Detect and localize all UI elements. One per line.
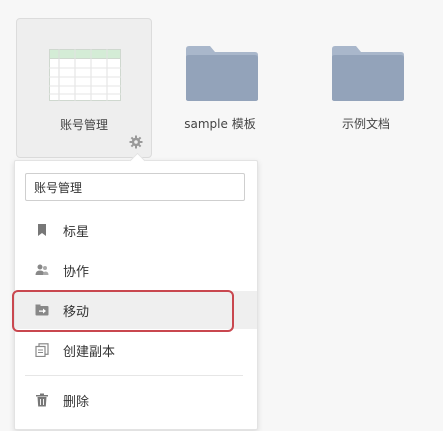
file-name: sample 模板: [184, 117, 256, 131]
spreadsheet-thumbnail-icon: [49, 49, 121, 101]
users-icon: [35, 264, 49, 275]
folder-icon: [332, 46, 404, 101]
rename-input[interactable]: [25, 173, 245, 201]
menu-item-label: 删除: [63, 394, 90, 410]
menu-item-delete[interactable]: 删除: [15, 381, 257, 419]
menu-item-label: 协作: [63, 264, 90, 280]
file-browser: 账号管理 sample 模板 示例文档 账号管理 标星 协作 移动 创建副本 删…: [0, 0, 443, 431]
file-tile-folder[interactable]: sample 模板: [152, 18, 288, 158]
menu-item-collaborate[interactable]: 协作: [15, 251, 257, 289]
file-tile-spreadsheet[interactable]: 账号管理: [16, 18, 152, 158]
file-name: 示例文档: [341, 117, 390, 131]
menu-item-star[interactable]: 标星: [15, 211, 257, 249]
trash-icon: [36, 393, 48, 407]
menu-item-move[interactable]: 移动: [15, 291, 257, 329]
bookmark-icon: [38, 224, 46, 236]
menu-item-label: 创建副本: [63, 344, 116, 360]
menu-item-duplicate[interactable]: 创建副本: [15, 331, 257, 369]
menu-item-label: 移动: [63, 304, 90, 320]
context-menu: 标星 协作 移动: [12, 152, 258, 430]
menu-item-label: 标星: [63, 224, 90, 240]
gear-icon[interactable]: [129, 135, 143, 149]
file-tile-folder[interactable]: 示例文档: [298, 18, 434, 158]
copy-icon: [35, 343, 49, 357]
folder-icon: [186, 46, 258, 101]
menu-divider: [25, 375, 243, 376]
move-folder-icon: [35, 304, 49, 316]
file-name: 账号管理: [59, 118, 108, 132]
